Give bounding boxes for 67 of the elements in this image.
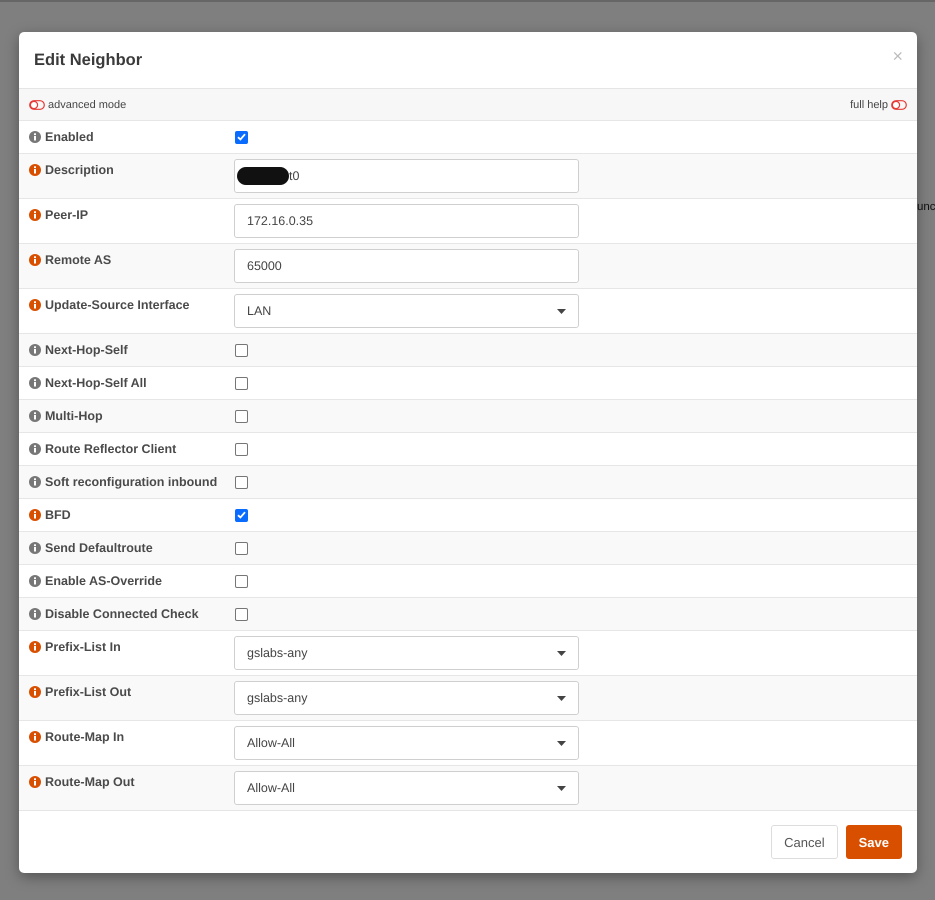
info-icon[interactable] bbox=[29, 776, 41, 788]
caret-icon bbox=[557, 786, 566, 790]
field-label: Remote AS bbox=[45, 253, 112, 267]
info-icon[interactable] bbox=[29, 443, 41, 455]
caret-icon bbox=[557, 650, 566, 656]
checkbox[interactable] bbox=[235, 574, 248, 588]
toggle-label[interactable]: advanced mode bbox=[48, 98, 126, 110]
field-label: Route-Map Out bbox=[45, 775, 135, 789]
field-label: Prefix-List Out bbox=[45, 685, 132, 699]
input-field[interactable]: 172.16.0.35 bbox=[234, 204, 579, 238]
field-label: Prefix-List In bbox=[45, 640, 121, 654]
field-label: Next-Hop-Self All bbox=[45, 376, 147, 390]
info-icon[interactable] bbox=[29, 254, 41, 266]
input-field[interactable]: t0 bbox=[234, 159, 579, 193]
checkbox[interactable] bbox=[235, 376, 248, 390]
checkbox[interactable] bbox=[235, 344, 248, 356]
info-icon[interactable] bbox=[29, 164, 41, 176]
select-dropdown[interactable]: Allow-All bbox=[234, 771, 579, 805]
field-label: Route Reflector Client bbox=[45, 442, 176, 456]
background-text: unc bbox=[917, 201, 935, 213]
checkbox[interactable] bbox=[235, 410, 248, 422]
field-label: Next-Hop-Self bbox=[45, 343, 128, 357]
info-icon[interactable] bbox=[29, 608, 41, 620]
field-label: Disable Connected Check bbox=[45, 607, 199, 621]
info-icon[interactable] bbox=[29, 686, 41, 698]
checkbox[interactable] bbox=[235, 508, 248, 522]
info-icon[interactable] bbox=[29, 410, 41, 422]
select-dropdown[interactable]: gslabs-any bbox=[234, 681, 579, 715]
checkbox[interactable] bbox=[235, 608, 248, 620]
input-field[interactable]: 65000 bbox=[234, 249, 579, 283]
select-dropdown[interactable]: gslabs-any bbox=[234, 636, 579, 670]
toggle-label[interactable]: full help bbox=[850, 98, 888, 110]
caret-icon bbox=[557, 308, 566, 314]
info-icon[interactable] bbox=[29, 575, 41, 587]
toggle-switch[interactable] bbox=[29, 100, 45, 110]
field-label: Enabled bbox=[45, 130, 94, 144]
field-label: Soft reconfiguration inbound bbox=[45, 475, 218, 489]
info-icon[interactable] bbox=[29, 731, 41, 743]
info-icon[interactable] bbox=[29, 209, 41, 221]
select-dropdown[interactable]: LAN bbox=[234, 294, 579, 328]
dialog-title: Edit Neighbor bbox=[34, 50, 142, 70]
checkbox[interactable] bbox=[235, 130, 248, 144]
field-label: Route-Map In bbox=[45, 730, 124, 744]
info-icon[interactable] bbox=[29, 344, 41, 356]
field-label: Enable AS-Override bbox=[45, 574, 162, 588]
field-label: BFD bbox=[45, 508, 71, 522]
toggle-switch[interactable] bbox=[891, 100, 907, 110]
field-label: Update-Source Interface bbox=[45, 298, 190, 312]
info-icon[interactable] bbox=[29, 299, 41, 311]
checkbox[interactable] bbox=[235, 542, 248, 554]
checkbox[interactable] bbox=[235, 476, 248, 488]
info-icon[interactable] bbox=[29, 509, 41, 521]
info-icon[interactable] bbox=[29, 476, 41, 488]
field-label: Send Defaultroute bbox=[45, 541, 153, 555]
cancel-button[interactable]: Cancel bbox=[771, 825, 838, 859]
info-icon[interactable] bbox=[29, 377, 41, 389]
field-label: Description bbox=[45, 163, 114, 177]
select-dropdown[interactable]: Allow-All bbox=[234, 726, 579, 760]
save-button[interactable]: Save bbox=[846, 825, 902, 859]
info-icon[interactable] bbox=[29, 131, 41, 143]
field-label: Multi-Hop bbox=[45, 409, 103, 423]
caret-icon bbox=[557, 696, 566, 700]
checkbox[interactable] bbox=[235, 442, 248, 456]
caret-icon bbox=[557, 740, 566, 746]
field-label: Peer-IP bbox=[45, 208, 88, 222]
info-icon[interactable] bbox=[29, 542, 41, 554]
info-icon[interactable] bbox=[29, 641, 41, 653]
